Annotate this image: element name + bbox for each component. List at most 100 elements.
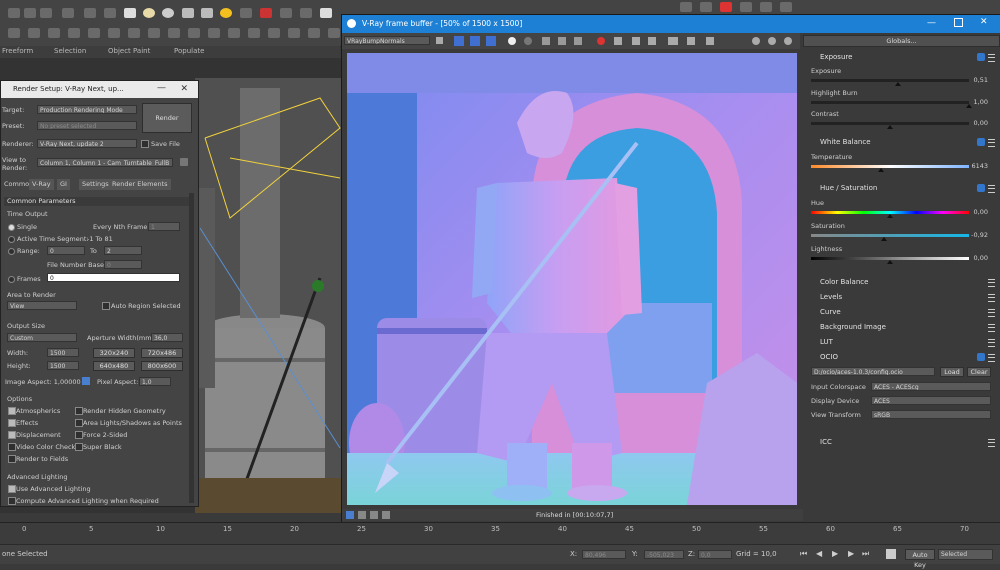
view-transform-dropdown[interactable]: sRGB xyxy=(871,410,991,419)
preset-dropdown[interactable]: No preset selected xyxy=(37,121,137,130)
go-to-start-icon[interactable]: ⏮ xyxy=(800,549,807,559)
effects-checkbox[interactable] xyxy=(8,419,16,427)
ocio-load-button[interactable]: Load xyxy=(940,367,964,377)
preset-720x486-button[interactable]: 720x486 xyxy=(141,348,183,358)
toolbar-right-4-icon[interactable] xyxy=(740,2,752,12)
hue-value[interactable]: 0,00 xyxy=(974,208,988,216)
globals-button[interactable]: Globals... xyxy=(803,35,1000,47)
select-icon[interactable] xyxy=(62,8,74,18)
alpha-icon[interactable] xyxy=(508,37,516,45)
slider-thumb[interactable] xyxy=(894,82,901,86)
view-to-render-dropdown[interactable]: Column 1, Column 1 - Cam_Turntable_FullB xyxy=(37,158,173,167)
render-setup-scrollbar[interactable] xyxy=(189,193,194,503)
use-advanced-lighting-checkbox[interactable] xyxy=(8,485,16,493)
menu-icon[interactable] xyxy=(988,339,995,347)
leaf-icon[interactable] xyxy=(328,28,340,38)
lock-icon[interactable] xyxy=(180,158,188,166)
single-radio[interactable] xyxy=(8,224,15,231)
lut-section[interactable]: LUT xyxy=(803,336,1000,348)
tab-settings[interactable]: Settings xyxy=(79,179,112,190)
smooth-icon[interactable] xyxy=(88,28,100,38)
constrain-icon[interactable] xyxy=(228,28,240,38)
render-last-icon[interactable] xyxy=(752,37,760,45)
hidden-geometry-checkbox[interactable] xyxy=(75,407,83,415)
lightness-value[interactable]: 0,00 xyxy=(974,254,988,262)
contour-icon[interactable] xyxy=(248,28,260,38)
super-black-checkbox[interactable] xyxy=(75,443,83,451)
ocio-toggle-icon[interactable] xyxy=(977,353,985,361)
exposure-toggle-icon[interactable] xyxy=(977,53,985,61)
paint-icon[interactable] xyxy=(28,28,40,38)
minimize-icon[interactable]: — xyxy=(927,18,936,28)
box-icon[interactable] xyxy=(124,8,136,18)
bind-icon[interactable] xyxy=(40,8,52,18)
toolbar-right-6-icon[interactable] xyxy=(780,2,792,12)
tab-vray[interactable]: V-Ray xyxy=(29,179,54,190)
lock-aspect-icon[interactable] xyxy=(82,377,90,385)
toolbar-right-2-icon[interactable] xyxy=(700,2,712,12)
exposure-section[interactable]: Exposure xyxy=(803,51,1000,63)
toolbar-right-3-icon[interactable] xyxy=(720,2,732,12)
menu-icon[interactable] xyxy=(988,354,995,362)
slider-thumb[interactable] xyxy=(887,214,893,218)
flatten-icon[interactable] xyxy=(128,28,140,38)
save-image-icon[interactable] xyxy=(542,37,550,45)
exaggerate-icon[interactable] xyxy=(188,28,200,38)
preset-640x480-button[interactable]: 640x480 xyxy=(93,361,135,371)
mono-icon[interactable] xyxy=(524,37,532,45)
ribbon-freeform[interactable]: Freeform xyxy=(2,47,33,55)
timeline[interactable]: 051015202530354045505560657075 xyxy=(0,522,1000,545)
exposure-value[interactable]: 0,51 xyxy=(974,76,988,84)
sphere-icon[interactable] xyxy=(143,8,155,18)
link-icon[interactable] xyxy=(8,8,20,18)
soften-icon[interactable] xyxy=(268,28,280,38)
grass-icon[interactable] xyxy=(288,28,300,38)
white-balance-toggle-icon[interactable] xyxy=(977,138,985,146)
force-2-sided-checkbox[interactable] xyxy=(75,431,83,439)
material-icon[interactable] xyxy=(300,8,312,18)
temperature-value[interactable]: 6143 xyxy=(971,162,988,170)
teapot-icon[interactable] xyxy=(162,8,174,18)
go-to-end-icon[interactable]: ⏭ xyxy=(862,549,869,559)
menu-icon[interactable] xyxy=(988,439,995,447)
every-nth-field[interactable]: 1 xyxy=(148,222,180,231)
slider-thumb[interactable] xyxy=(880,237,887,241)
prev-frame-icon[interactable]: ◀ xyxy=(816,549,822,558)
bulge-icon[interactable] xyxy=(168,28,180,38)
active-segment-radio[interactable] xyxy=(8,236,15,243)
pinch-icon[interactable] xyxy=(68,28,80,38)
pixel-info-icon[interactable] xyxy=(648,37,656,45)
close-icon[interactable]: ✕ xyxy=(180,84,188,94)
highlight-burn-slider[interactable] xyxy=(811,101,972,108)
input-colorspace-dropdown[interactable]: ACES - ACEScg xyxy=(871,382,991,391)
ocio-clear-button[interactable]: Clear xyxy=(967,367,991,377)
saturation-slider[interactable] xyxy=(811,234,969,241)
slider-thumb[interactable] xyxy=(887,260,893,264)
frames-radio[interactable] xyxy=(8,276,15,283)
menu-icon[interactable] xyxy=(988,294,995,302)
render-button[interactable]: Render xyxy=(142,103,192,133)
width-field[interactable]: 1500 xyxy=(47,348,79,357)
slider-thumb[interactable] xyxy=(887,125,893,129)
range-radio[interactable] xyxy=(8,248,15,255)
render-setup-titlebar[interactable]: Render Setup: V-Ray Next, up... ✕ — xyxy=(1,81,198,98)
blue-channel-icon[interactable] xyxy=(486,36,496,46)
levels-section[interactable]: Levels xyxy=(803,291,1000,303)
ocio-config-path-field[interactable]: D:/ocio/aces-1.0.3/config.ocio xyxy=(811,367,935,376)
color-balance-section[interactable]: Color Balance xyxy=(803,276,1000,288)
render-setup-icon[interactable] xyxy=(280,8,292,18)
menu-icon[interactable] xyxy=(988,309,995,317)
plane-icon[interactable] xyxy=(201,8,213,18)
exposure-slider[interactable] xyxy=(811,79,969,86)
stop-render-icon[interactable] xyxy=(597,37,605,45)
menu-icon[interactable] xyxy=(988,185,995,193)
ribbon-populate[interactable]: Populate xyxy=(174,47,204,55)
history-icon[interactable] xyxy=(668,37,678,45)
y-coord-field[interactable]: -505,023 xyxy=(644,550,684,559)
background-image-section[interactable]: Background Image xyxy=(803,321,1000,333)
icc-section[interactable]: ICC xyxy=(803,436,1000,448)
rendered-image[interactable] xyxy=(347,53,797,505)
brush-icon[interactable] xyxy=(8,28,20,38)
lens-effects-icon[interactable] xyxy=(687,37,695,45)
noise-icon[interactable] xyxy=(148,28,160,38)
